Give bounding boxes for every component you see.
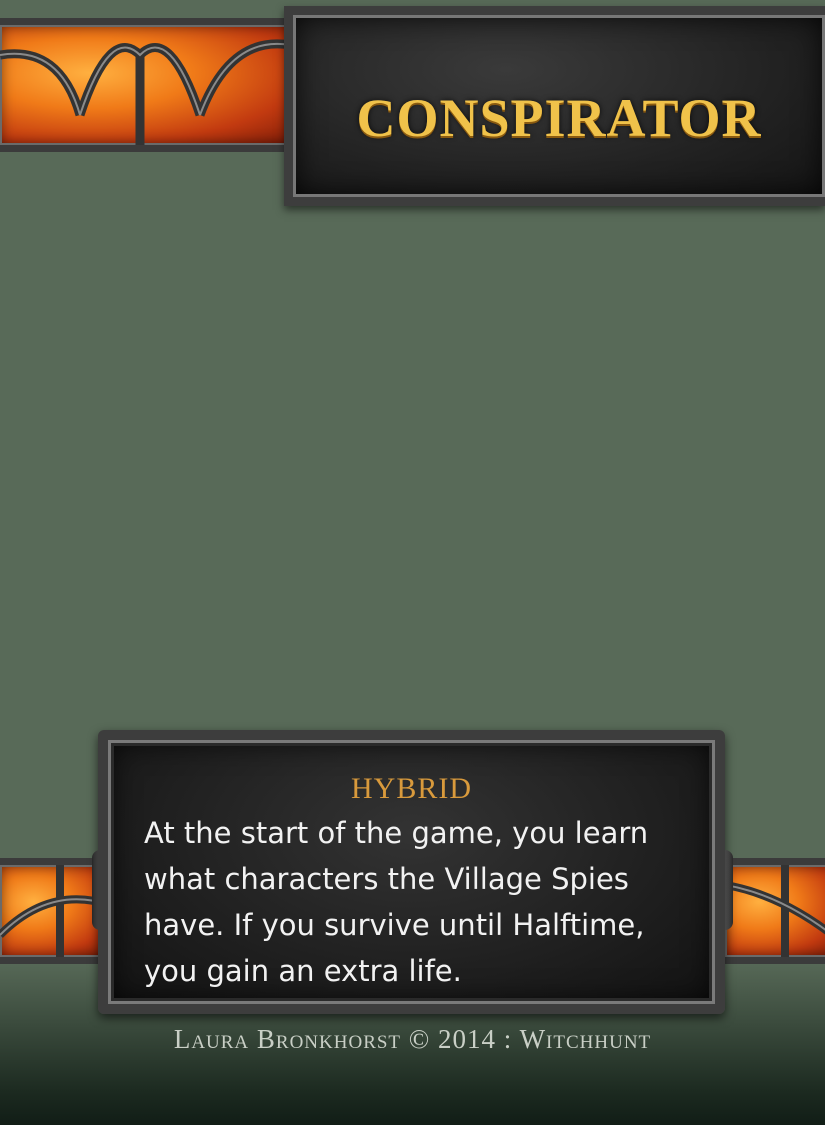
lead-lines-icon bbox=[0, 39, 291, 145]
stained-glass-top-left bbox=[0, 18, 307, 152]
stained-glass-bottom-right bbox=[718, 858, 825, 964]
ability-type-label: HYBRID bbox=[350, 772, 472, 805]
ability-description: At the start of the game, you learn what… bbox=[144, 816, 649, 988]
credit-line: Laura Bronkhorst © 2014 : Witchhunt bbox=[173, 1024, 652, 1054]
title-plaque: Conspirator bbox=[284, 6, 825, 206]
card-title: Conspirator bbox=[356, 88, 762, 148]
ability-panel: HYBRID At the start of the game, you lea… bbox=[98, 730, 725, 1014]
lead-lines-icon bbox=[725, 865, 825, 957]
